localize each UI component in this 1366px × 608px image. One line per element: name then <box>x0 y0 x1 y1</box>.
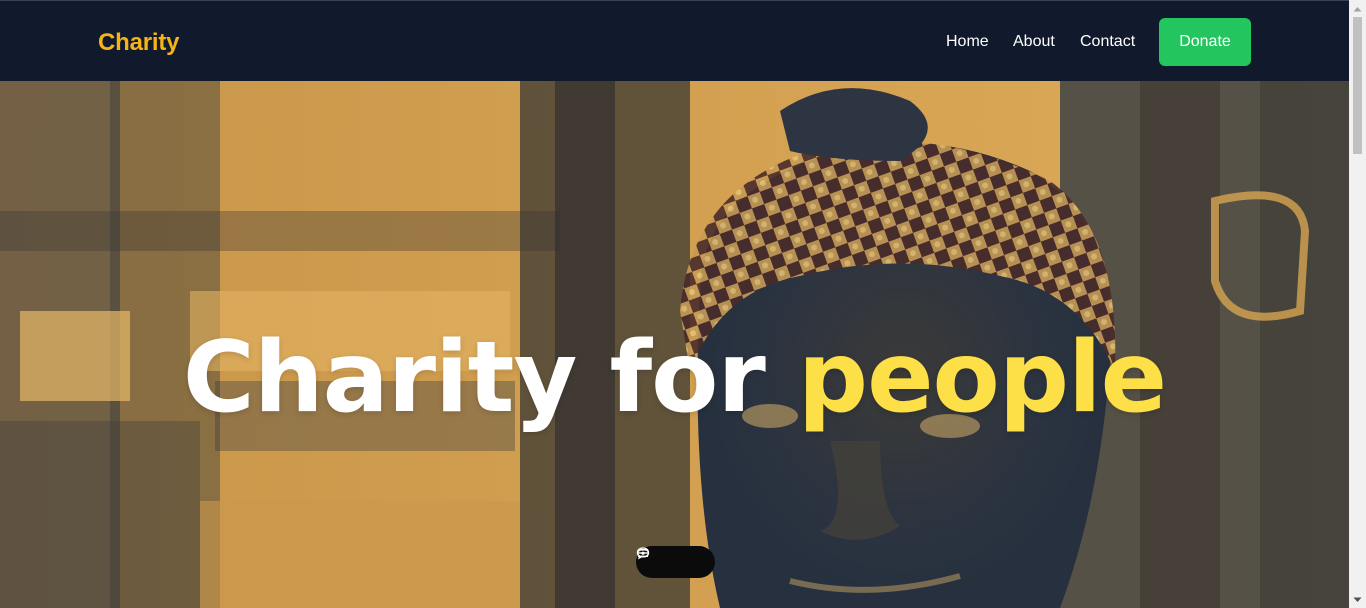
scroll-down-arrow-icon[interactable] <box>1349 591 1366 608</box>
scroll-up-arrow-icon[interactable] <box>1349 0 1366 17</box>
page: Charity Home About Contact Donate Charit… <box>0 0 1349 608</box>
menu-icon[interactable] <box>638 549 706 571</box>
vertical-scrollbar[interactable] <box>1349 0 1366 608</box>
nav-link-about[interactable]: About <box>1013 33 1055 51</box>
nav-link-home[interactable]: Home <box>946 33 989 51</box>
site-header: Charity Home About Contact Donate <box>0 0 1349 81</box>
nav-link-contact[interactable]: Contact <box>1080 33 1135 51</box>
site-logo[interactable]: Charity <box>98 29 179 57</box>
eye-icon[interactable] <box>636 549 685 571</box>
hero-title-accent: people <box>797 321 1167 435</box>
scrollbar-thumb[interactable] <box>1353 17 1362 154</box>
hero-section: Charity for people <box>0 81 1349 608</box>
hero-title: Charity for people <box>0 329 1349 427</box>
floating-toolbar <box>636 546 715 578</box>
hero-title-main: Charity for <box>182 321 766 435</box>
donate-button[interactable]: Donate <box>1159 18 1251 66</box>
